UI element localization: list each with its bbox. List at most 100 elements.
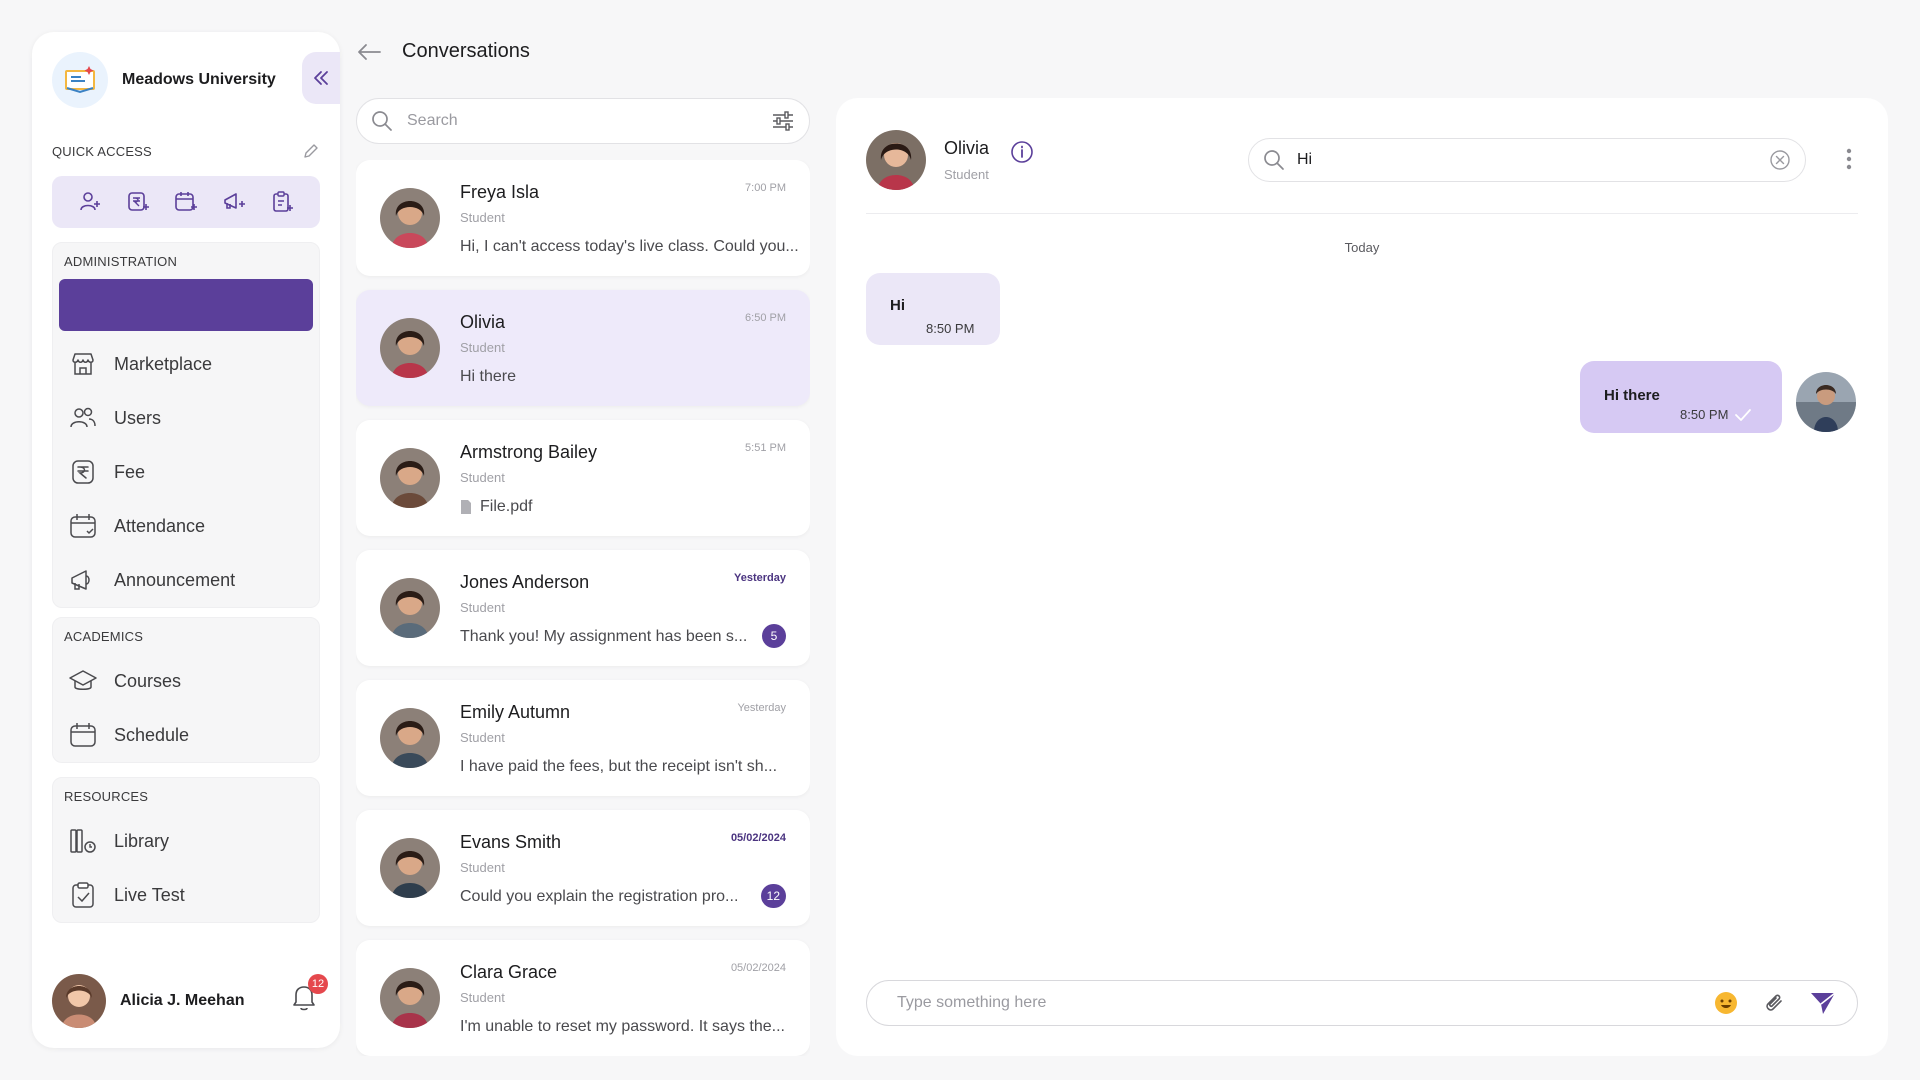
sidebar-item-label: Library — [114, 830, 170, 851]
outgoing-message[interactable]: Hi there 8:50 PM — [1580, 361, 1782, 433]
books-icon — [70, 829, 96, 853]
sidebar-item-fee[interactable]: Fee — [53, 445, 319, 499]
conversation-preview: Thank you! My assignment has been s... — [460, 628, 747, 646]
conversation-preview: I'm unable to reset my password. It says… — [460, 1018, 785, 1036]
conversation-name: Jones Anderson — [460, 572, 590, 592]
conversation-preview: Hi there — [460, 368, 516, 386]
store-icon — [72, 353, 94, 375]
avatar — [380, 578, 440, 638]
page-title: Conversations — [402, 40, 530, 62]
sidebar-item-live-test[interactable]: Live Test — [53, 868, 319, 922]
preview-text: Hi there — [460, 368, 517, 385]
avatar — [380, 448, 440, 508]
sidebar-item-announcement[interactable]: Announcement — [53, 553, 319, 607]
conversation-role: Student — [460, 600, 505, 615]
sidebar-item-label: Users — [114, 407, 162, 428]
conversation-time: Yesterday — [737, 702, 786, 714]
search-icon — [372, 111, 392, 131]
message-time-row: 8:50 PM — [1680, 407, 1752, 422]
conversation-role: Student — [460, 210, 505, 225]
conversation-preview: Could you explain the registration pro..… — [460, 888, 738, 906]
sidebar-item-label: Fee — [114, 461, 146, 482]
avatar — [380, 188, 440, 248]
clear-search-icon[interactable] — [1769, 149, 1791, 171]
preview-text: I have paid the fees, but the receipt is… — [460, 758, 778, 775]
info-icon[interactable] — [1010, 140, 1034, 164]
add-announcement-icon[interactable] — [221, 189, 247, 215]
graduation-cap-icon — [69, 670, 97, 690]
sidebar-item-active[interactable] — [59, 279, 313, 331]
sidebar-item-label: Live Test — [114, 884, 185, 905]
notification-count-badge: 12 — [308, 974, 328, 994]
conversation-name: Armstrong Bailey — [460, 442, 598, 462]
edit-quick-access-icon[interactable] — [302, 142, 320, 160]
unread-count-badge: 12 — [760, 884, 786, 908]
chat-search — [1248, 138, 1806, 182]
conversation-list: Freya Isla Student Hi, I can't access toda… — [356, 160, 810, 1056]
conversation-item[interactable]: Armstrong Bailey Student File.pdf 5:51 PM — [356, 420, 810, 536]
conversation-name: Clara Grace — [460, 962, 558, 982]
quick-access-title: QUICK ACCESS — [52, 144, 152, 159]
avatar — [52, 974, 106, 1028]
avatar — [380, 968, 440, 1028]
sidebar-item-users[interactable]: Users — [53, 391, 319, 445]
add-attendance-icon[interactable] — [173, 189, 199, 215]
sidebar-item-label: Marketplace — [114, 353, 213, 374]
message-input[interactable] — [897, 994, 1691, 1012]
conversation-name: Emily Autumn — [460, 702, 571, 722]
filter-icon[interactable] — [771, 110, 795, 132]
avatar — [380, 838, 440, 898]
conversation-item[interactable]: Emily Autumn Student I have paid the fees,… — [356, 680, 810, 796]
add-fee-icon[interactable] — [125, 189, 151, 215]
chat-search-input[interactable] — [1297, 151, 1757, 169]
search-input[interactable] — [407, 112, 757, 130]
avatar — [380, 708, 440, 768]
back-arrow-icon[interactable] — [356, 42, 382, 62]
conversation-role: Student — [460, 730, 505, 745]
resources-title: RESOURCES — [64, 789, 149, 804]
notifications-button[interactable]: 12 — [290, 974, 328, 1012]
send-icon — [1811, 992, 1836, 1014]
contact-avatar[interactable] — [866, 130, 926, 190]
rupee-icon — [72, 460, 94, 484]
message-text: Hi there — [1604, 387, 1660, 404]
incoming-message[interactable]: Hi 8:50 PM — [866, 273, 1000, 345]
sidebar: Meadows University QUICK ACCESS ADMINIST… — [32, 32, 340, 1048]
sidebar-item-schedule[interactable]: Schedule — [53, 708, 319, 762]
more-options-icon[interactable] — [1846, 148, 1852, 170]
users-icon — [70, 407, 96, 428]
chat-panel: Olivia Student Today Hi 8:50 PM Hi there… — [836, 98, 1888, 1056]
sidebar-item-library[interactable]: Library — [53, 814, 319, 868]
attachment-icon[interactable] — [1761, 990, 1787, 1016]
current-user[interactable]: Alicia J. Meehan — [52, 974, 245, 1028]
conversation-item[interactable]: Clara Grace Student I'm unable to reset my… — [356, 940, 810, 1056]
conversation-preview: File.pdf — [460, 498, 532, 516]
conversation-role: Student — [460, 860, 505, 875]
add-test-icon[interactable] — [269, 189, 295, 215]
megaphone-icon — [71, 570, 90, 590]
collapse-sidebar-button[interactable] — [302, 52, 340, 104]
sidebar-item-marketplace[interactable]: Marketplace — [53, 337, 319, 391]
message-time: 8:50 PM — [926, 321, 975, 336]
emoji-icon[interactable] — [1713, 990, 1739, 1016]
preview-text: Hi, I can't access today's live class. C… — [460, 238, 799, 255]
conversation-search — [356, 98, 810, 144]
quick-access-bar — [52, 176, 320, 228]
message-composer — [866, 980, 1858, 1026]
conversation-preview: Hi, I can't access today's live class. C… — [460, 238, 799, 256]
conversation-item[interactable]: Olivia Student Hi there 6:50 PM — [356, 290, 810, 406]
divider — [866, 213, 1858, 214]
conversation-role: Student — [460, 470, 505, 485]
add-user-icon[interactable] — [77, 189, 103, 215]
send-button[interactable] — [1809, 990, 1837, 1016]
sidebar-item-label: Schedule — [114, 724, 190, 745]
administration-section: ADMINISTRATION Marketplace Users Fee Att… — [52, 242, 320, 608]
conversation-item[interactable]: Freya Isla Student Hi, I can't access toda… — [356, 160, 810, 276]
sidebar-item-courses[interactable]: Courses — [53, 654, 319, 708]
sidebar-item-attendance[interactable]: Attendance — [53, 499, 319, 553]
preview-text: File.pdf — [480, 498, 533, 515]
conversation-item[interactable]: Evans Smith Student Could you explain the … — [356, 810, 810, 926]
calendar-icon — [70, 723, 96, 747]
brand[interactable]: Meadows University — [52, 52, 276, 108]
conversation-item[interactable]: Jones Anderson Student Thank you! My assig… — [356, 550, 810, 666]
